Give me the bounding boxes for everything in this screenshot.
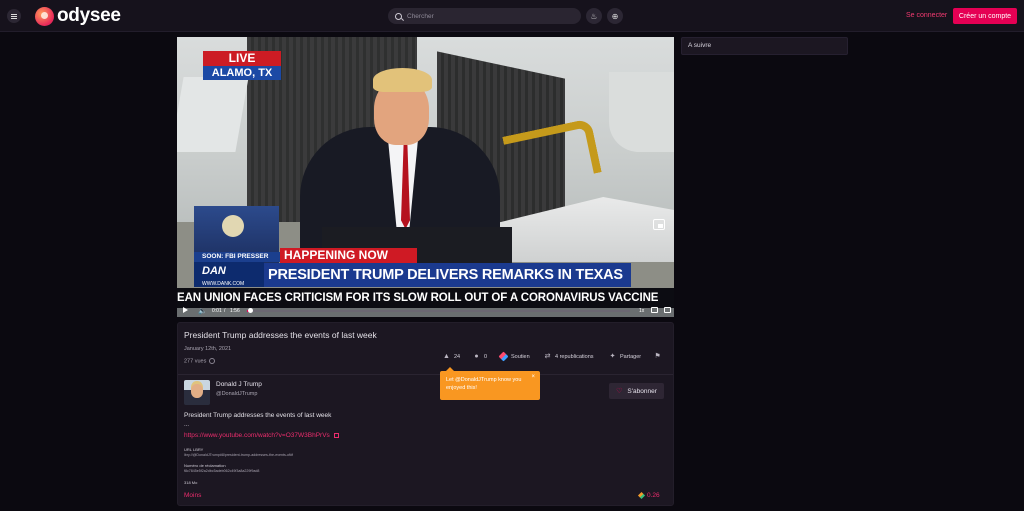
view-count: 277 vues <box>184 358 216 365</box>
player-controls: 🔈 0:01 / 1:56 1x <box>177 305 674 317</box>
subscribe-label: S'abonner <box>627 387 657 395</box>
dislike-count: 0 <box>484 353 488 360</box>
like-button[interactable]: ▲ 24 <box>443 353 460 360</box>
time-current: 0:01 <box>212 308 222 314</box>
like-count: 24 <box>454 353 461 360</box>
theater-mode-icon[interactable] <box>651 307 658 313</box>
tooltip-text: Let @DonaldJTrump know you enjoyed this! <box>446 377 522 391</box>
progress-handle[interactable] <box>247 308 253 313</box>
location-badge: ALAMO, TX <box>203 66 281 80</box>
playback-speed[interactable]: 1x <box>639 308 644 314</box>
publish-plus-icon[interactable]: ⊕ <box>607 8 623 24</box>
description: President Trump addresses the events of … <box>184 412 332 419</box>
support-amount: 0.26 <box>637 491 660 500</box>
channel-avatar[interactable] <box>184 380 210 405</box>
share-button[interactable]: ✦ Partager <box>609 353 642 360</box>
publish-date: January 12th, 2021 <box>184 346 232 352</box>
menu-icon[interactable] <box>7 9 21 23</box>
lbc-icon <box>637 491 646 500</box>
slime-icon: ● <box>474 353 479 360</box>
claim-id-label: Numéro de réclamation <box>184 463 226 468</box>
external-link-icon <box>333 432 339 438</box>
repost-icon: ⇄ <box>544 353 551 360</box>
network-url: WWW.DANK.COM <box>202 281 245 287</box>
notifications-bell-icon[interactable]: ♨ <box>586 8 602 24</box>
video-title: President Trump addresses the events of … <box>184 330 377 340</box>
fire-icon: ▲ <box>443 353 450 360</box>
headline-bar: PRESIDENT TRUMP DELIVERS REMARKS IN TEXA… <box>264 263 631 287</box>
up-next-label: A suivre <box>688 42 712 49</box>
create-account-button[interactable]: Créer un compte <box>953 8 1017 24</box>
share-label: Partager <box>620 353 642 360</box>
odysee-logo[interactable]: odysee <box>35 5 121 26</box>
video-player[interactable]: LIVE ALAMO, TX SOON: FBI PRESSER HAPPENI… <box>177 37 674 317</box>
seal-icon <box>222 215 244 237</box>
heart-icon: ♡ <box>616 388 623 395</box>
video-frame-light-right <box>609 72 674 152</box>
dislike-button[interactable]: ● 0 <box>473 353 487 360</box>
odysee-logo-icon <box>35 6 54 26</box>
close-icon[interactable]: × <box>531 373 535 381</box>
repost-button[interactable]: ⇄ 4 republications <box>544 353 594 360</box>
video-frame-speaker-hair <box>373 68 432 92</box>
picture-in-picture-icon[interactable] <box>653 219 665 230</box>
lbc-icon <box>498 351 509 362</box>
volume-icon[interactable]: 🔈 <box>198 307 207 315</box>
flag-icon: ⚑ <box>654 353 661 360</box>
up-next-panel: A suivre <box>681 37 848 55</box>
report-button[interactable]: ⚑ <box>654 353 665 360</box>
search-icon <box>395 12 402 20</box>
file-size: 318 Mo <box>184 480 198 485</box>
support-amount-value: 0.26 <box>647 492 660 499</box>
top-header: odysee Chercher ♨ ⊕ Se connecter Créer u… <box>0 0 1024 32</box>
play-icon[interactable] <box>183 307 188 313</box>
sign-in-link[interactable]: Se connecter <box>906 12 947 19</box>
subscribe-button[interactable]: ♡ S'abonner <box>609 383 664 399</box>
live-badge: LIVE <box>203 51 281 66</box>
divider <box>178 374 673 375</box>
channel-handle[interactable]: @DonaldJTrump <box>216 391 257 397</box>
soon-bar: SOON: FBI PRESSER <box>194 252 284 262</box>
external-link[interactable]: https://www.youtube.com/watch?v=O37W3BhP… <box>184 432 339 439</box>
like-tooltip: Let @DonaldJTrump know you enjoyed this!… <box>440 367 540 400</box>
time-separator: / <box>224 308 226 314</box>
fullscreen-icon[interactable] <box>664 307 671 313</box>
description-ellipsis: ... <box>184 422 190 428</box>
logo-text: odysee <box>57 5 121 26</box>
external-link-text[interactable]: https://www.youtube.com/watch?v=O37W3BhP… <box>184 432 330 439</box>
repost-label: 4 republications <box>555 353 594 360</box>
channel-name[interactable]: Donald J Trump <box>216 381 262 388</box>
lbry-url-label: URL LBRY <box>184 447 204 452</box>
lbry-url: lbry://@DonaldJTrump#8/president-trump-a… <box>184 453 293 457</box>
share-icon: ✦ <box>609 353 616 360</box>
happening-now-bar: HAPPENING NOW <box>280 248 417 263</box>
support-button[interactable]: Soutien <box>498 351 530 362</box>
claim-card: President Trump addresses the events of … <box>177 322 674 506</box>
claim-id: f8c7845e5f2a2dbc5adeb062c49f3a8a229f9ad8 <box>184 469 260 473</box>
info-icon[interactable] <box>209 358 216 364</box>
view-count-text: 277 vues <box>184 358 207 365</box>
search-placeholder: Chercher <box>407 12 434 20</box>
search-input[interactable]: Chercher <box>388 8 581 24</box>
show-less-link[interactable]: Moins <box>184 492 201 499</box>
progress-bar[interactable] <box>247 310 630 312</box>
support-label: Soutien <box>511 353 530 360</box>
time-total: 1:56 <box>230 308 240 314</box>
